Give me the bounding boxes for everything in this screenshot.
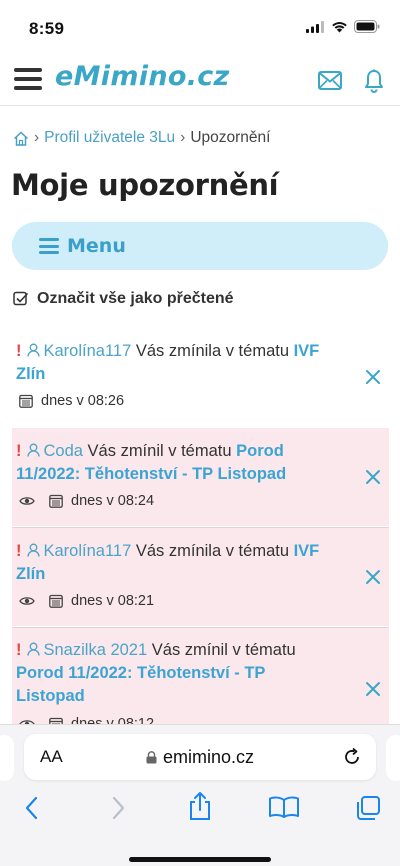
status-icons <box>306 20 380 33</box>
close-icon[interactable] <box>363 367 383 387</box>
close-icon[interactable] <box>363 567 383 587</box>
notification-text: ! Coda Vás zmínil v tématu Porod 11/2022: … <box>16 440 346 486</box>
address-bar[interactable]: AA emimino.cz <box>24 734 376 780</box>
notification-item[interactable]: ! Coda Vás zmínil v tématu Porod 11/2022: … <box>12 428 389 526</box>
menu-button-label: Menu <box>67 235 126 257</box>
close-icon[interactable] <box>363 467 383 487</box>
notification-topic-link[interactable]: Zlín <box>16 565 45 583</box>
notification-time: dnes v 08:26 <box>41 393 125 409</box>
breadcrumb-separator: › <box>34 129 40 146</box>
browser-nav-icons <box>0 792 400 835</box>
notification-text: ! Karolína117 Vás zmínila v tématu IVF Zlí… <box>16 340 346 386</box>
mark-all-read-button[interactable]: Označit vše jako přečtené <box>13 290 234 308</box>
notification-user-link[interactable]: Karolína117 <box>44 542 132 560</box>
next-tab-pill[interactable] <box>386 735 400 781</box>
site-logo[interactable]: eMimino.cz <box>55 61 230 92</box>
mail-icon[interactable] <box>318 71 342 90</box>
calendar-icon <box>19 394 33 408</box>
notification-message: Vás zmínil v tématu <box>87 442 232 460</box>
notification-text: ! Snazilka 2021 Vás zmínil v tématu Porod … <box>16 639 346 708</box>
alert-mark: ! <box>16 641 22 659</box>
calendar-icon <box>49 594 63 608</box>
notification-time: dnes v 08:12 <box>71 716 155 724</box>
bell-icon[interactable] <box>364 69 384 93</box>
notification-user-link[interactable]: Karolína117 <box>44 342 132 360</box>
notification-message: Vás zmínil v tématu <box>151 641 296 659</box>
previous-tab-pill[interactable] <box>0 735 14 781</box>
menu-lines-icon <box>39 238 59 254</box>
lock-icon <box>146 751 157 764</box>
close-icon[interactable] <box>363 679 383 699</box>
back-icon[interactable] <box>22 795 42 821</box>
breadcrumb-profile-link[interactable]: Profil uživatele 3Lu <box>44 129 175 147</box>
battery-icon <box>354 20 380 33</box>
notification-message: Vás zmínila v tématu <box>135 342 289 360</box>
notification-user-link[interactable]: Coda <box>44 442 83 460</box>
notification-item[interactable]: ! Karolína117 Vás zmínila v tématu IVF Zlí… <box>12 528 389 626</box>
wifi-icon <box>332 21 347 32</box>
notification-topic-link[interactable]: 11/2022: Těhotenství - TP Listopad <box>16 465 286 483</box>
notification-topic-link[interactable]: Porod 11/2022: Těhotenství - TP <box>16 664 265 682</box>
user-icon <box>26 642 40 656</box>
user-icon <box>26 543 40 557</box>
notification-item[interactable]: ! Karolína117 Vás zmínila v tématu IVF Zlí… <box>12 330 389 426</box>
calendar-icon <box>49 494 63 508</box>
url-text: emimino.cz <box>162 747 255 767</box>
site-header: eMimino.cz <box>0 56 400 106</box>
breadcrumb-separator: › <box>180 129 186 146</box>
notification-meta: dnes v 08:26 <box>19 393 124 409</box>
bookmarks-icon[interactable] <box>268 795 300 819</box>
notification-message: Vás zmínila v tématu <box>135 542 289 560</box>
signal-icon <box>306 20 324 33</box>
page-title: Moje upozornění <box>11 168 279 202</box>
status-bar: 8:59 <box>0 0 400 56</box>
notification-topic-link[interactable]: Zlín <box>16 365 45 383</box>
notification-meta: dnes v 08:12 <box>19 716 154 724</box>
notification-time: dnes v 08:21 <box>71 593 155 609</box>
menu-button[interactable]: Menu <box>12 222 388 270</box>
forward-icon[interactable] <box>108 795 128 821</box>
notification-time: dnes v 08:24 <box>71 493 155 509</box>
notification-topic-link[interactable]: Listopad <box>16 687 85 705</box>
reload-icon[interactable] <box>342 747 362 767</box>
eye-icon <box>19 597 35 605</box>
breadcrumb-current: Upozornění <box>190 129 271 146</box>
notification-meta: dnes v 08:21 <box>19 593 154 609</box>
notification-topic-link[interactable]: Porod <box>236 442 284 460</box>
breadcrumb: › Profil uživatele 3Lu › Upozornění <box>13 129 270 147</box>
home-indicator <box>129 857 271 862</box>
mark-all-read-label: Označit vše jako přečtené <box>37 290 234 307</box>
notification-topic-link[interactable]: IVF <box>294 542 320 560</box>
alert-mark: ! <box>16 342 22 360</box>
status-time: 8:59 <box>29 19 65 38</box>
browser-toolbar: AA emimino.cz <box>0 724 400 866</box>
url-display[interactable]: emimino.cz <box>24 747 376 768</box>
notification-topic-link[interactable]: IVF <box>294 342 320 360</box>
notification-meta: dnes v 08:24 <box>19 493 154 509</box>
notification-user-link[interactable]: Snazilka 2021 <box>44 641 148 659</box>
hamburger-menu-icon[interactable] <box>14 68 42 94</box>
share-icon[interactable] <box>186 791 214 821</box>
user-icon <box>26 443 40 457</box>
eye-icon <box>19 497 35 505</box>
user-icon <box>26 343 40 357</box>
tabs-icon[interactable] <box>354 795 382 821</box>
notification-text: ! Karolína117 Vás zmínila v tématu IVF Zlí… <box>16 540 346 586</box>
notification-item[interactable]: ! Snazilka 2021 Vás zmínil v tématu Porod … <box>12 628 389 724</box>
checkbox-check-icon <box>13 291 29 306</box>
calendar-icon <box>49 717 63 724</box>
alert-mark: ! <box>16 442 22 460</box>
alert-mark: ! <box>16 542 22 560</box>
home-icon[interactable] <box>13 130 29 146</box>
